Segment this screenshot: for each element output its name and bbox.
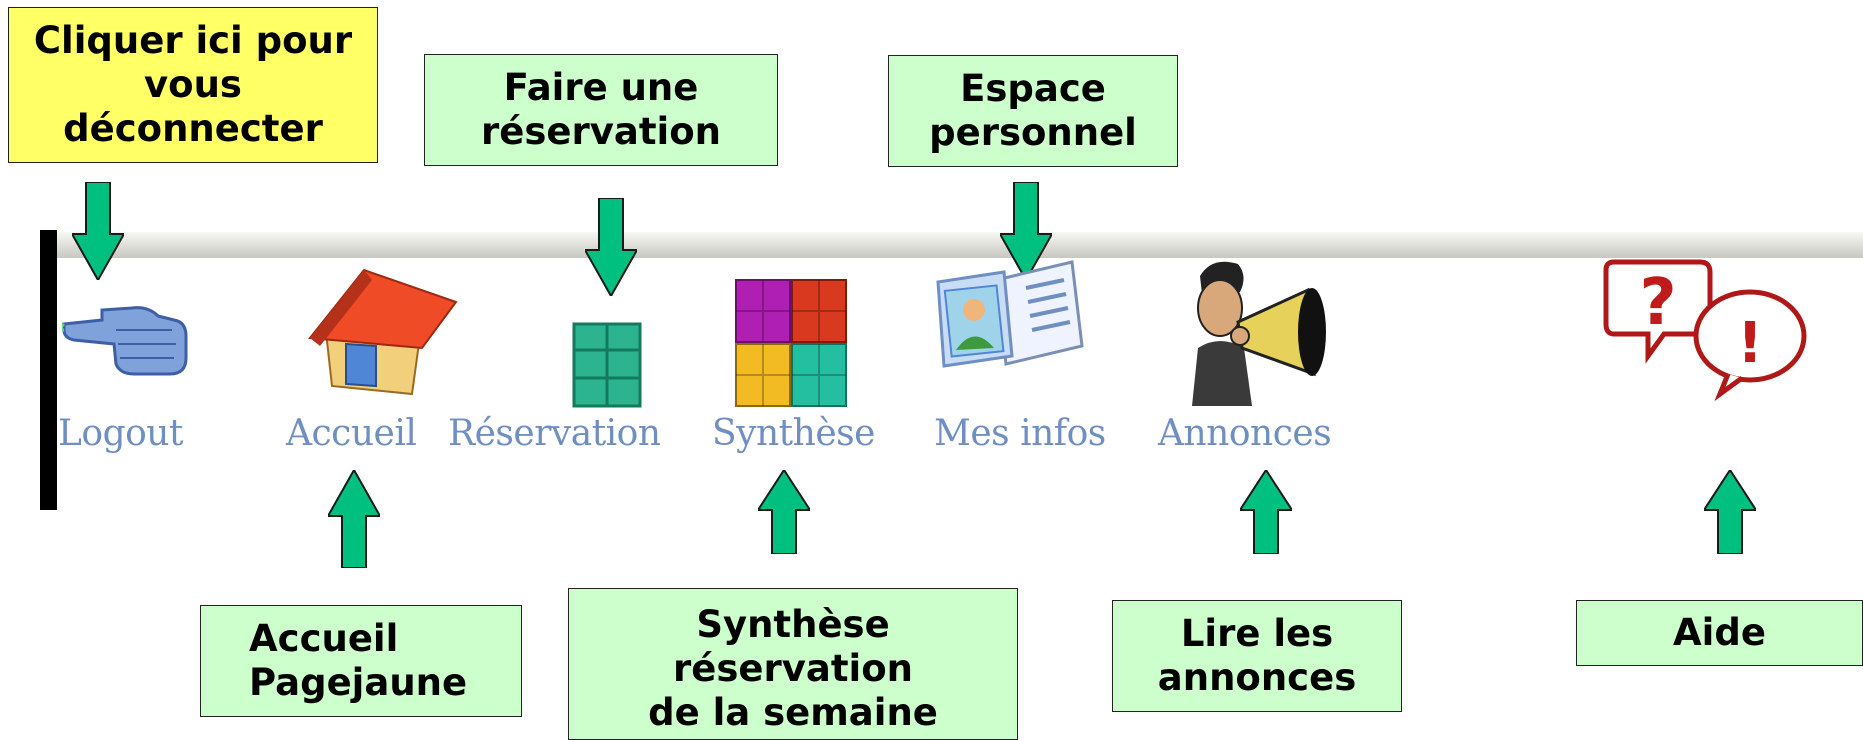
callout-synthesis: Synthèse réservation de la semaine — [568, 588, 1018, 740]
toolbar-label-reservation[interactable]: Réservation — [448, 413, 661, 454]
green-grid-icon[interactable] — [572, 322, 642, 408]
svg-text:?: ? — [1639, 266, 1676, 340]
toolbar-left-edge — [40, 230, 57, 510]
toolbar-label-accueil[interactable]: Accueil — [286, 413, 417, 454]
callout-announcements: Lire les annonces — [1112, 600, 1402, 712]
up-arrow-icon — [328, 470, 380, 568]
house-icon[interactable] — [302, 262, 462, 396]
megaphone-man-icon[interactable] — [1182, 256, 1330, 408]
toolbar-label-synthese[interactable]: Synthèse — [712, 413, 875, 454]
id-card-icon[interactable] — [934, 258, 1086, 372]
toolbar-label-annonces[interactable]: Annonces — [1158, 413, 1332, 454]
color-grid-icon[interactable] — [734, 278, 848, 408]
pointing-hand-icon[interactable] — [62, 282, 190, 382]
callout-personal: Espace personnel — [888, 55, 1178, 167]
callout-help: Aide — [1576, 600, 1863, 666]
up-arrow-icon — [1704, 470, 1756, 554]
up-arrow-icon — [758, 470, 810, 554]
question-exclamation-bubbles-icon[interactable]: ? ! — [1600, 258, 1810, 408]
callout-home: Accueil Pagejaune — [200, 605, 522, 717]
toolbar-label-mes-infos[interactable]: Mes infos — [934, 413, 1106, 454]
up-arrow-icon — [1240, 470, 1292, 554]
svg-text:!: ! — [1737, 311, 1763, 376]
down-arrow-icon — [585, 198, 637, 296]
toolbar-background — [56, 232, 1863, 258]
toolbar-label-logout[interactable]: Logout — [58, 413, 183, 454]
down-arrow-icon — [72, 182, 124, 280]
callout-logout: Cliquer ici pour vous déconnecter — [8, 7, 378, 163]
callout-reservation: Faire une réservation — [424, 54, 778, 166]
